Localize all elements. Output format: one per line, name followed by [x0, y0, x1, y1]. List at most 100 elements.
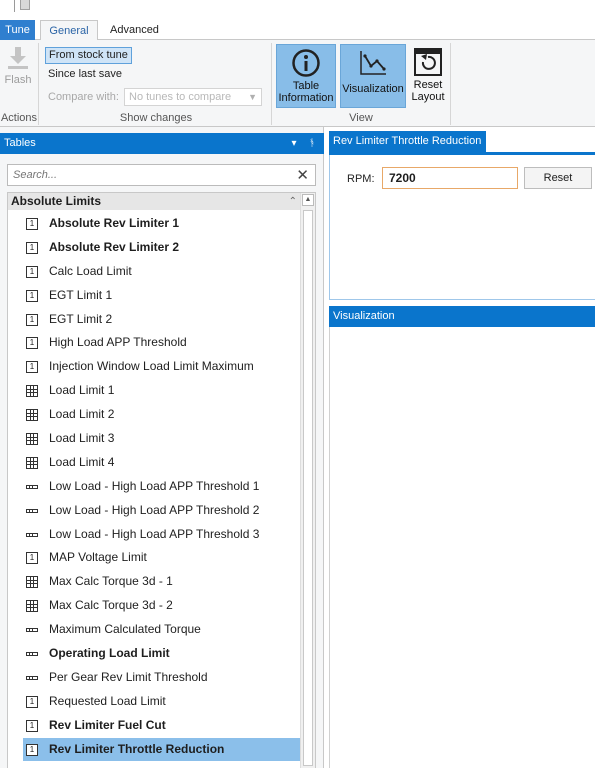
table-row[interactable]: Operating Load Limit [8, 642, 300, 666]
scalar-icon: 1 [26, 241, 38, 254]
table-row[interactable]: Low Load - High Load APP Threshold 2 [8, 499, 300, 523]
reset-layout-label-2: Layout [411, 91, 445, 103]
panel-dropdown-icon[interactable]: ▾ [288, 133, 300, 154]
show-changes-group-label: Show changes [119, 112, 193, 124]
download-arrow-icon [8, 47, 28, 69]
table-row[interactable]: 1 High Load APP Threshold [8, 331, 300, 355]
table-1d-icon [26, 652, 38, 657]
since-last-save-option[interactable]: Since last save [45, 66, 125, 83]
group-name: Absolute Limits [11, 194, 102, 208]
table-row[interactable]: Max Calc Torque 3d - 1 [8, 570, 300, 594]
group-divider [450, 43, 451, 125]
reset-layout-icon [414, 48, 442, 76]
editor-tab[interactable]: Rev Limiter Throttle Reduction [329, 131, 486, 152]
table-row-label: Low Load - High Load APP Threshold 1 [49, 478, 260, 493]
table-row-label: Load Limit 4 [49, 454, 115, 469]
compare-with-select[interactable]: No tunes to compare ▼ [124, 88, 262, 106]
table-row-label: Requested Load Limit [49, 693, 166, 708]
table-2d-icon [26, 576, 38, 589]
compare-with-label: Compare with: [48, 91, 119, 103]
table-row-label: High Load APP Threshold [49, 335, 187, 350]
scalar-icon: 1 [26, 289, 38, 302]
tables-panel-title: Tables [4, 137, 36, 149]
visualization-title: Visualization [333, 310, 395, 322]
table-2d-icon [26, 385, 38, 398]
tab-tune[interactable]: Tune [0, 20, 35, 40]
tab-advanced[interactable]: Advanced [104, 20, 165, 40]
table-row[interactable]: Max Calc Torque 3d - 2 [8, 594, 300, 618]
reset-layout-button[interactable]: Reset Layout [409, 44, 447, 108]
table-row[interactable]: 1 Requested Load Limit [8, 690, 300, 714]
table-row[interactable]: Load Limit 1 [8, 379, 300, 403]
table-row-label: Calc Load Limit [49, 263, 132, 278]
table-row[interactable]: Per Gear Rev Limit Threshold [8, 666, 300, 690]
table-information-label-2: Information [278, 92, 334, 104]
table-row[interactable]: 1 Injection Window Load Limit Maximum [8, 355, 300, 379]
save-icon[interactable] [20, 0, 30, 10]
table-row-label: Max Calc Torque 3d - 2 [49, 598, 173, 613]
tab-general[interactable]: General [40, 20, 98, 41]
table-row[interactable]: 1 Absolute Rev Limiter 2 [8, 236, 300, 260]
collapse-chevron-icon[interactable]: ⌃ [289, 193, 297, 210]
table-row-label: EGT Limit 1 [49, 287, 113, 302]
scalar-icon: 1 [26, 361, 38, 374]
table-row[interactable]: Maximum Calculated Torque [8, 618, 300, 642]
actions-group-label: Actions [0, 112, 38, 124]
scroll-up-icon[interactable]: ▲ [302, 194, 314, 206]
table-row-label: Absolute Rev Limiter 1 [49, 216, 180, 230]
scalar-icon: 1 [26, 265, 38, 278]
title-strip [0, 0, 595, 20]
table-row[interactable]: Load Limit 2 [8, 403, 300, 427]
table-row[interactable]: 1 Rev Limiter Fuel Cut [8, 714, 300, 738]
group-header-absolute-limits[interactable]: Absolute Limits ⌃ [8, 193, 300, 210]
table-information-button[interactable]: Table Information [276, 44, 336, 108]
table-row-label: Rev Limiter Throttle Reduction [49, 741, 225, 756]
table-row[interactable]: Load Limit 4 [8, 451, 300, 475]
scrollbar-thumb[interactable] [303, 210, 313, 766]
scalar-icon: 1 [26, 337, 38, 350]
table-row-label: Injection Window Load Limit Maximum [49, 359, 254, 374]
from-stock-tune-option[interactable]: From stock tune [45, 47, 132, 64]
table-row[interactable]: 1 Calc Load Limit [8, 260, 300, 284]
table-row[interactable]: 1 EGT Limit 1 [8, 284, 300, 308]
line-chart-icon [360, 51, 386, 75]
pin-icon[interactable]: ᚬ [306, 133, 318, 154]
reset-layout-label-1: Reset [413, 79, 443, 91]
list-scrollbar[interactable]: ▲ [300, 193, 315, 768]
ribbon: Flash Actions From stock tune Since last… [0, 40, 595, 127]
table-row[interactable]: Low Load - High Load APP Threshold 3 [8, 523, 300, 547]
scalar-icon: 1 [26, 218, 38, 230]
table-row-label: Maximum Calculated Torque [49, 622, 201, 637]
table-row-label: Load Limit 2 [49, 407, 115, 422]
rpm-value-input[interactable]: 7200 [382, 167, 518, 189]
group-divider [38, 43, 39, 125]
table-row[interactable]: 1 EGT Limit 2 [8, 308, 300, 332]
table-row[interactable]: 1 MAP Voltage Limit [8, 546, 300, 570]
search-box[interactable]: ✕ [7, 164, 316, 186]
search-input[interactable] [8, 165, 288, 185]
table-row[interactable]: Low Load - High Load APP Threshold 1 [8, 475, 300, 499]
flash-label: Flash [4, 74, 32, 86]
scalar-icon: 1 [26, 743, 38, 756]
table-row[interactable]: 1 Rev Limiter Throttle Reduction [23, 737, 300, 762]
compare-placeholder: No tunes to compare [129, 91, 232, 103]
visualization-label: Visualization [342, 83, 404, 95]
reset-button[interactable]: Reset [524, 167, 592, 189]
table-2d-icon [26, 456, 38, 469]
chevron-down-icon: ▼ [248, 92, 257, 102]
view-group-label: View [349, 112, 373, 124]
table-information-label-1: Table [292, 80, 320, 92]
scalar-icon: 1 [26, 552, 38, 565]
table-row[interactable]: Load Limit 3 [8, 427, 300, 451]
table-row-label: Max Calc Torque 3d - 1 [49, 574, 173, 589]
ribbon-tabs: Tune General Advanced [0, 20, 595, 41]
table-2d-icon [26, 600, 38, 613]
scalar-icon: 1 [26, 695, 38, 708]
table-1d-icon [26, 532, 38, 537]
tables-panel-header: Tables ▾ ᚬ [0, 133, 324, 154]
clear-search-icon[interactable]: ✕ [296, 166, 309, 184]
table-row-label: Load Limit 1 [49, 383, 115, 398]
table-row[interactable]: 1 Absolute Rev Limiter 1 [8, 212, 300, 236]
visualization-button[interactable]: Visualization [340, 44, 406, 108]
flash-button[interactable]: Flash [2, 46, 34, 94]
